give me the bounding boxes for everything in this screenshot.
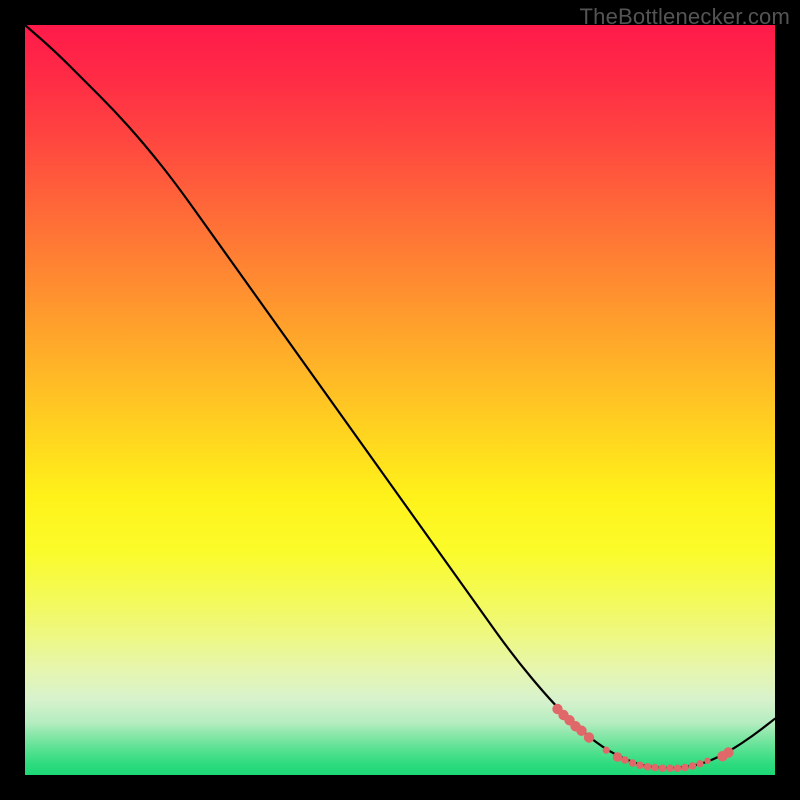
attribution-text: TheBottlenecker.com — [580, 4, 790, 30]
data-marker — [666, 764, 674, 772]
chart-container: TheBottlenecker.com — [0, 0, 800, 800]
data-marker — [603, 747, 610, 754]
data-marker — [584, 732, 594, 742]
chart-svg — [25, 25, 775, 775]
markers-group — [552, 704, 733, 772]
data-marker — [651, 764, 659, 772]
data-marker — [723, 747, 733, 757]
data-marker — [681, 764, 689, 772]
data-marker — [696, 760, 703, 767]
data-marker — [674, 764, 682, 772]
data-marker — [629, 759, 637, 767]
data-marker — [636, 761, 644, 769]
data-marker — [659, 764, 667, 772]
data-marker — [704, 758, 710, 764]
data-marker — [689, 762, 697, 770]
plot-area — [25, 25, 775, 775]
data-marker — [613, 752, 623, 762]
bottleneck-curve — [25, 25, 775, 768]
data-marker — [621, 756, 629, 764]
data-marker — [644, 763, 652, 771]
